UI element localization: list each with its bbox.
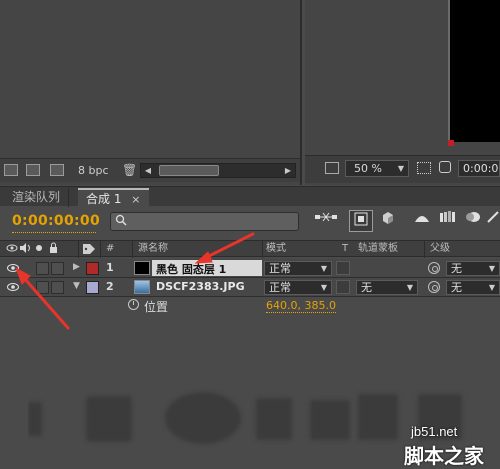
- watermark-brand: 脚本之家: [404, 444, 484, 468]
- watermark-site: jb51.net: [411, 424, 458, 439]
- annotation-arrows: [15, 232, 255, 330]
